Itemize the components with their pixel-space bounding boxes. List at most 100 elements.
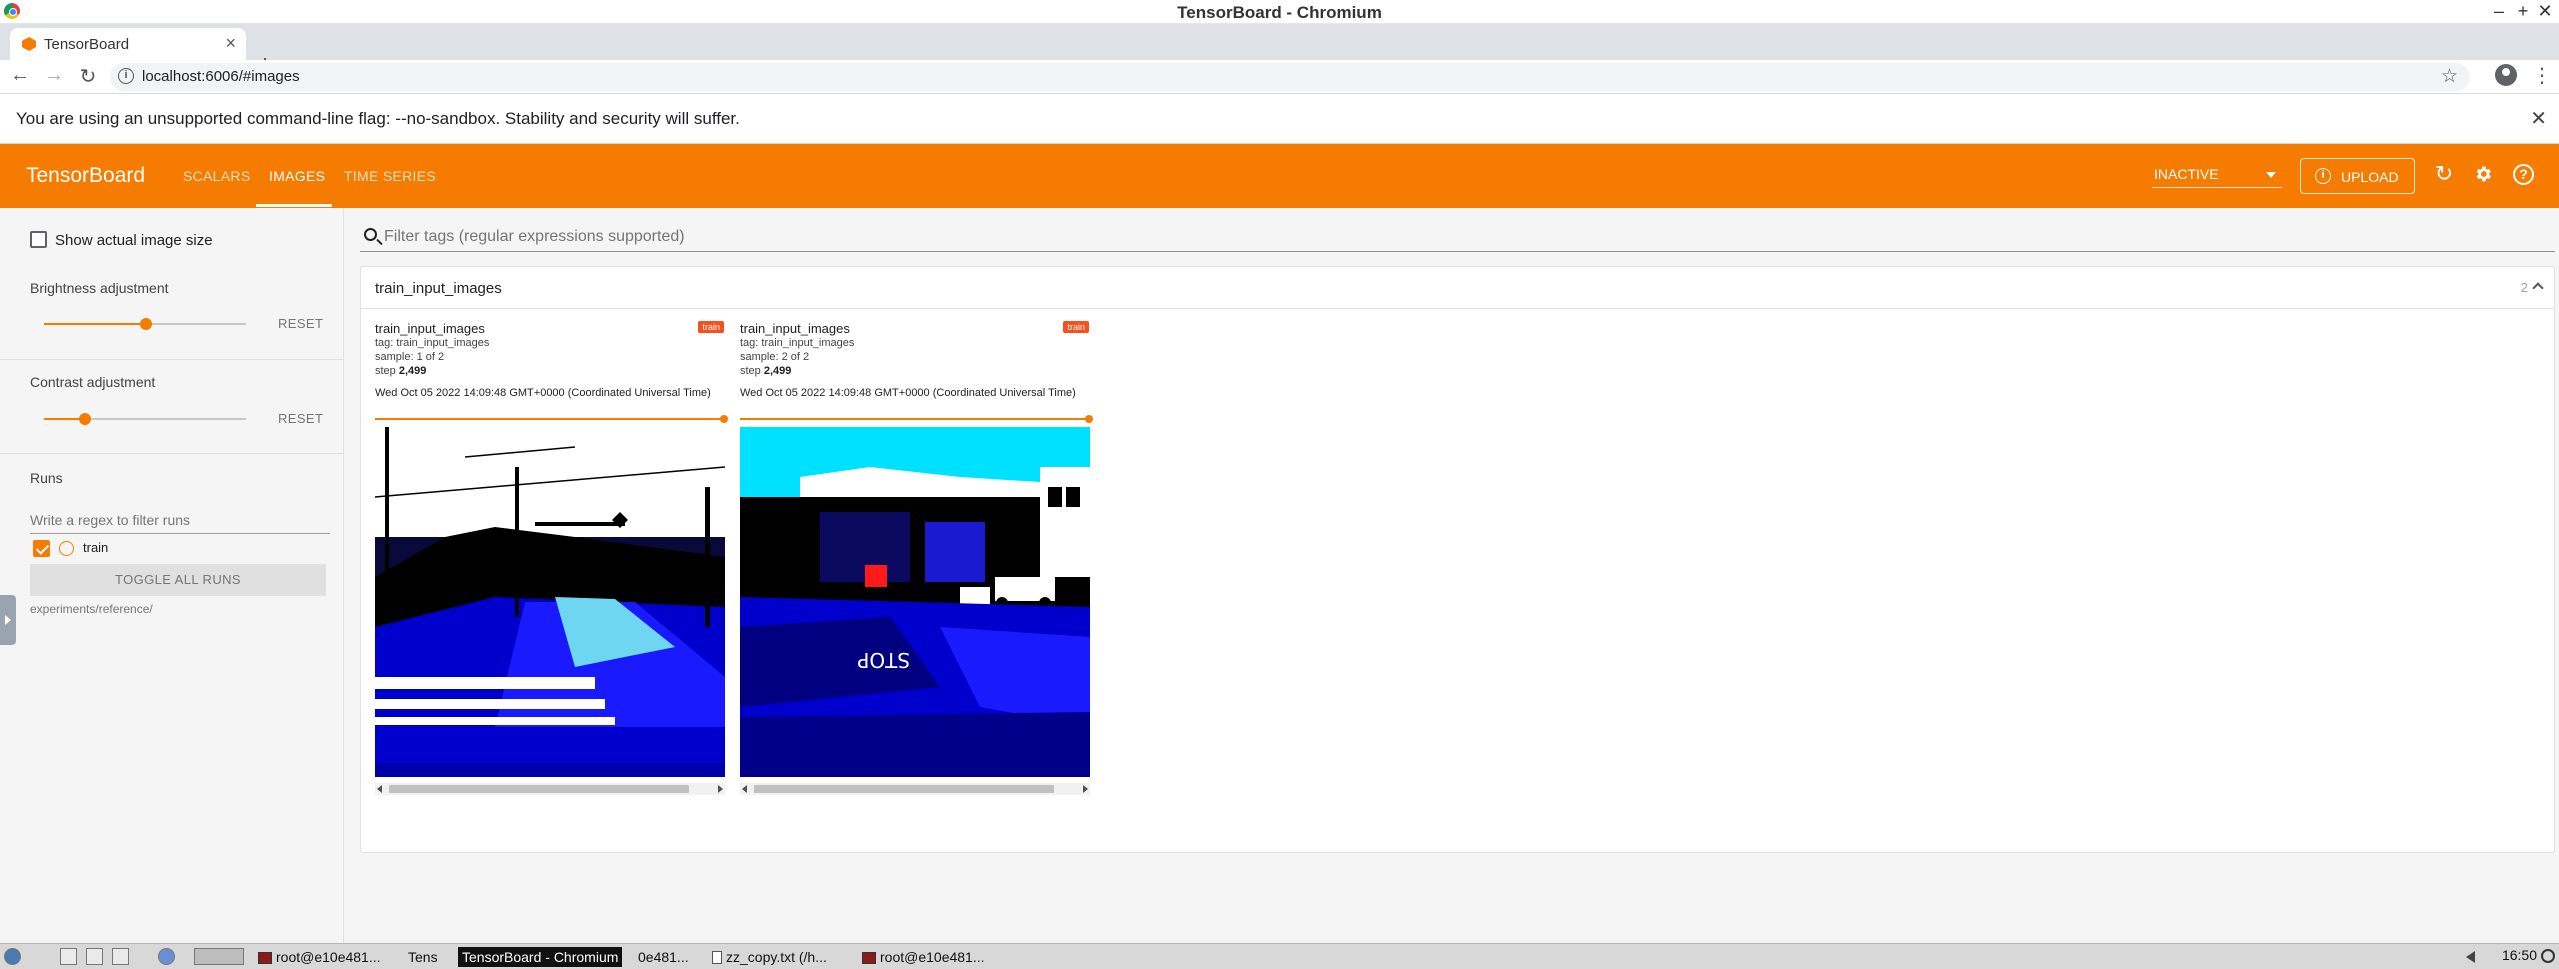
image-horizontal-scrollbar[interactable]	[740, 783, 1090, 795]
tab-strip: TensorBoard × +	[0, 24, 2559, 78]
info-icon: i	[2315, 168, 2331, 184]
toggle-all-runs-button[interactable]: TOGGLE ALL RUNS	[30, 564, 326, 596]
inactive-plugins-select[interactable]: INACTIVE	[2152, 162, 2282, 188]
address-bar: ← → ↻ i localhost:6006/#images ☆ ⋮	[0, 60, 2559, 94]
step-slider[interactable]	[375, 418, 725, 420]
runs-heading: Runs	[30, 470, 63, 486]
tab-time-series[interactable]: TIME SERIES	[344, 168, 436, 184]
image-timestamp: Wed Oct 05 2022 14:09:48 GMT+0000 (Coord…	[740, 387, 1076, 399]
scrollbar-thumb[interactable]	[754, 785, 1054, 793]
tag-group-title: train_input_images	[375, 280, 502, 297]
reload-icon[interactable]: ↻	[76, 64, 100, 89]
brightness-slider-thumb[interactable]	[140, 318, 152, 330]
image-horizontal-scrollbar[interactable]	[375, 783, 725, 795]
minimize-icon[interactable]: –	[2490, 1, 2508, 22]
terminal-icon	[258, 952, 272, 964]
taskbar-item-terminal[interactable]: root@e10e481...	[258, 947, 381, 967]
close-tab-icon[interactable]: ×	[225, 33, 236, 54]
image-card: train_input_images train tag: train_inpu…	[375, 321, 728, 795]
upload-button[interactable]: i UPLOAD	[2300, 158, 2415, 194]
site-info-icon[interactable]: i	[118, 68, 134, 84]
run-color-swatch[interactable]	[59, 541, 74, 556]
dropdown-caret-icon	[2266, 172, 2276, 178]
taskbar-blank-item[interactable]	[194, 948, 244, 965]
tab-images[interactable]: IMAGES	[269, 168, 325, 184]
browser-tab-title: TensorBoard	[44, 36, 130, 53]
power-icon[interactable]	[2541, 949, 2555, 963]
taskbar-item-editor[interactable]: zz_copy.txt (/h...	[712, 947, 827, 967]
window-launcher-icon[interactable]	[112, 948, 129, 965]
intersection-scene-image: STOP	[740, 427, 1090, 777]
image-tag: tag: train_input_images	[740, 337, 855, 349]
scroll-right-icon[interactable]	[1083, 785, 1088, 793]
inactive-select-value: INACTIVE	[2154, 166, 2219, 182]
sidebar-expand-handle[interactable]	[0, 595, 16, 645]
window-title: TensorBoard - Chromium	[1177, 3, 1382, 22]
start-menu-icon[interactable]	[4, 948, 21, 965]
maximize-icon[interactable]: +	[2514, 1, 2532, 22]
tag-filter[interactable]	[360, 222, 2555, 252]
forward-icon[interactable]: →	[42, 64, 66, 87]
back-icon[interactable]: ←	[8, 64, 32, 87]
scrollbar-thumb[interactable]	[389, 785, 689, 793]
taskbar-item-label: zz_copy.txt (/h...	[726, 949, 827, 965]
logdir-path: experiments/reference/	[30, 602, 153, 616]
window-titlebar: TensorBoard - Chromium – + ✕	[0, 0, 2559, 24]
chromium-launcher-icon[interactable]	[158, 948, 175, 965]
browser-menu-icon[interactable]: ⋮	[2532, 63, 2552, 88]
run-badge: train	[1063, 321, 1089, 333]
tensorboard-brand: TensorBoard	[26, 164, 146, 187]
contrast-slider-thumb[interactable]	[79, 413, 91, 425]
image-timestamp: Wed Oct 05 2022 14:09:48 GMT+0000 (Coord…	[375, 387, 711, 399]
profile-icon[interactable]	[2495, 64, 2517, 86]
images-dashboard: train_input_images 2 train_input_images …	[344, 208, 2559, 943]
omnibox[interactable]: i localhost:6006/#images ☆	[110, 63, 2470, 91]
tag-group-header[interactable]: train_input_images 2	[361, 267, 2554, 309]
actual-size-checkbox[interactable]	[30, 231, 47, 248]
sidebar: Show actual image size Brightness adjust…	[0, 208, 344, 943]
step-value: 2,499	[398, 365, 427, 377]
terminal-launcher-icon[interactable]	[86, 948, 103, 965]
refresh-icon[interactable]: ↻	[2431, 161, 2457, 187]
tag-filter-input[interactable]	[384, 225, 2484, 249]
contrast-reset-button[interactable]: RESET	[278, 411, 323, 426]
taskbar-item-tensorboard[interactable]: TensorBoard - Chromium	[458, 947, 623, 967]
scroll-left-icon[interactable]	[742, 785, 747, 793]
step-label: step	[740, 365, 761, 377]
collapse-chevron-icon[interactable]	[2532, 282, 2544, 294]
step-slider[interactable]	[740, 418, 1090, 420]
run-train-checkbox[interactable]	[33, 540, 50, 557]
file-manager-icon[interactable]	[60, 948, 77, 965]
taskbar-item-window[interactable]: 0e481...	[638, 947, 689, 967]
taskbar-item-chromium[interactable]: Tens	[408, 947, 438, 967]
scroll-right-icon[interactable]	[718, 785, 723, 793]
taskbar-item-terminal-2[interactable]: root@e10e481...	[862, 947, 985, 967]
tensorboard-toolbar: TensorBoard SCALARS IMAGES TIME SERIES I…	[0, 144, 2559, 208]
scroll-left-icon[interactable]	[377, 785, 382, 793]
run-badge: train	[698, 321, 724, 333]
image-card-title: train_input_images	[740, 321, 850, 336]
bookmark-star-icon[interactable]: ☆	[2441, 65, 2458, 88]
browser-tab[interactable]: TensorBoard ×	[10, 28, 246, 60]
sidebar-divider	[0, 453, 344, 454]
brightness-reset-button[interactable]: RESET	[278, 316, 323, 331]
tab-scalars[interactable]: SCALARS	[183, 168, 250, 184]
image-sample: sample: 2 of 2	[740, 351, 810, 363]
volume-icon[interactable]	[2466, 951, 2475, 963]
settings-gear-icon[interactable]	[2473, 164, 2493, 184]
image-card: train_input_images train tag: train_inpu…	[740, 321, 1093, 795]
tensorboard-favicon-icon	[22, 37, 36, 51]
infobar-close-icon[interactable]: ✕	[2530, 106, 2547, 131]
step-slider-thumb[interactable]	[720, 415, 728, 423]
help-icon[interactable]: ?	[2513, 164, 2534, 185]
image-tag: tag: train_input_images	[375, 337, 490, 349]
runs-filter[interactable]	[30, 504, 330, 534]
step-slider-thumb[interactable]	[1085, 415, 1093, 423]
url-text[interactable]: localhost:6006/#images	[142, 68, 300, 85]
runs-filter-input[interactable]	[30, 504, 330, 532]
brightness-label: Brightness adjustment	[30, 280, 169, 296]
close-window-icon[interactable]: ✕	[2536, 1, 2554, 22]
search-icon	[364, 228, 377, 241]
terminal-icon	[862, 952, 876, 964]
taskbar-item-label: root@e10e481...	[276, 949, 381, 965]
